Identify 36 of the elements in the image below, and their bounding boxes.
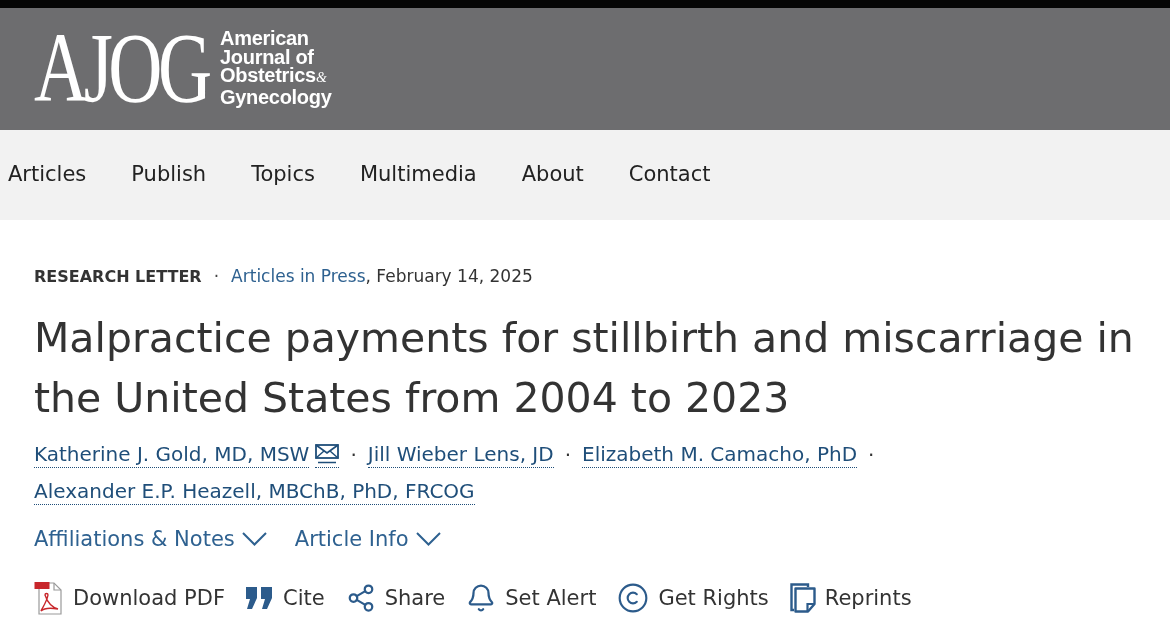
article-title: Malpractice payments for stillbirth and miscarriage in the United States from 2004 to 2023 xyxy=(34,313,1135,424)
expander-toggle[interactable]: Article Info xyxy=(294,524,441,554)
chevron-down-icon xyxy=(415,532,441,546)
journal-monogram: AJOG xyxy=(34,26,208,110)
author-separator: · xyxy=(350,441,357,468)
action-button[interactable]: Share xyxy=(345,580,446,616)
nav-link[interactable]: Contact xyxy=(628,159,711,191)
email-link[interactable] xyxy=(315,441,340,468)
meta-separator: · xyxy=(213,266,220,286)
action-button[interactable]: Download PDF xyxy=(34,580,225,616)
action-button[interactable]: Cite xyxy=(246,580,325,616)
nav-link[interactable]: About xyxy=(521,159,584,191)
chevron-down-icon xyxy=(241,532,267,546)
nav-link[interactable]: Articles xyxy=(8,159,87,191)
nav-link[interactable]: Topics xyxy=(251,159,315,191)
quote-icon xyxy=(246,587,274,609)
pdf-file-icon xyxy=(34,581,64,615)
action-button[interactable]: Reprints xyxy=(789,580,912,616)
author-separator: · xyxy=(564,441,571,468)
journal-name: American Journal of Obstetrics& Gynecology xyxy=(220,29,332,106)
action-button[interactable]: Get Rights xyxy=(617,580,769,616)
author-link[interactable]: Katherine J. Gold, MD, MSW xyxy=(34,441,310,468)
author-link[interactable]: Elizabeth M. Camacho, PhD xyxy=(582,441,858,468)
nav-link[interactable]: Publish xyxy=(131,159,207,191)
copyright-icon xyxy=(617,582,650,614)
pages-icon xyxy=(789,583,816,613)
expander-toggle[interactable]: Affiliations & Notes xyxy=(34,524,267,554)
author-separator: · xyxy=(868,441,875,468)
author-link[interactable]: Jill Wieber Lens, JD xyxy=(367,441,554,468)
action-button[interactable]: Set Alert xyxy=(466,580,597,616)
publication-date: , February 14, 2025 xyxy=(365,266,533,286)
article-type-label: RESEARCH LETTER xyxy=(34,267,202,286)
nav-link[interactable]: Multimedia xyxy=(359,159,477,191)
author-link[interactable]: Alexander E.P. Heazell, MBChB, PhD, FRCOG xyxy=(34,478,475,505)
issue-link[interactable]: Articles in Press xyxy=(231,266,366,286)
envelope-icon xyxy=(315,444,340,464)
